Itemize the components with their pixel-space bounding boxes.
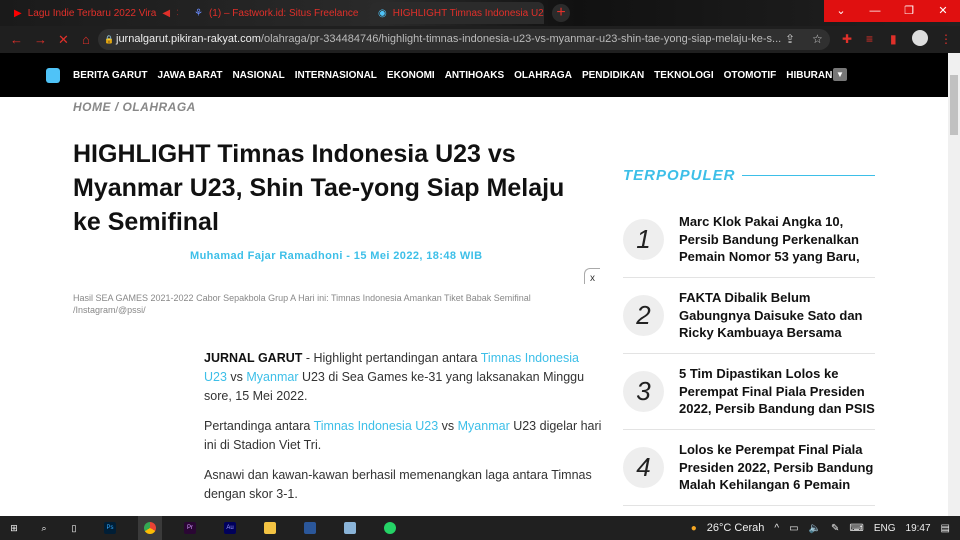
close-ad-button[interactable]: x: [584, 268, 600, 284]
menu-icon[interactable]: ⋮: [940, 32, 952, 46]
system-tray: ● 26°C Cerah ^ ▭ 🔈 ✎ ⌨ ENG 19:47 ▤: [691, 516, 950, 540]
rank-number: 3: [623, 371, 664, 412]
forward-icon[interactable]: →: [34, 32, 47, 47]
stop-icon[interactable]: ✕: [58, 32, 69, 48]
nav-ekonomi[interactable]: EKONOMI: [387, 70, 435, 81]
task-view-icon[interactable]: ▯: [62, 516, 86, 540]
share-icon[interactable]: ⇪: [785, 32, 795, 46]
paragraph: Asnawi dan kawan-kawan berhasil memenang…: [204, 468, 592, 501]
nav-nasional[interactable]: NASIONAL: [232, 70, 284, 81]
rank-number: 2: [623, 295, 664, 336]
taskbar-premiere[interactable]: Pr: [178, 516, 202, 540]
nav-jawa-barat[interactable]: JAWA BARAT: [157, 70, 222, 81]
scrollbar-thumb[interactable]: [950, 75, 958, 135]
nav-more-dropdown-icon[interactable]: ▼: [833, 68, 847, 81]
speaker-icon[interactable]: ◀: [162, 8, 170, 19]
site-icon: ◉: [378, 7, 387, 19]
star-icon[interactable]: ☆: [812, 32, 823, 46]
popular-title[interactable]: 5 Tim Dipastikan Lolos ke Perempat Final…: [679, 365, 875, 418]
article-title: HIGHLIGHT Timnas Indonesia U23 vs Myanma…: [73, 140, 565, 236]
rank-number: 1: [623, 219, 664, 260]
tab-strip: ▶Lagu Indie Terbaru 2022 Vira◀✕ ⚘(1) – F…: [0, 0, 960, 26]
lock-icon: 🔒: [104, 35, 114, 44]
clock[interactable]: 19:47: [906, 523, 931, 534]
minimize-button[interactable]: —: [858, 0, 892, 22]
avatar[interactable]: [912, 30, 928, 46]
sidepanel-icon[interactable]: ▮: [890, 32, 897, 46]
nav-teknologi[interactable]: TEKNOLOGI: [654, 70, 713, 81]
search-icon[interactable]: ⌕: [32, 516, 56, 540]
taskbar-audition[interactable]: Au: [218, 516, 242, 540]
keyboard-icon[interactable]: ⌨: [849, 523, 863, 534]
sidebar-heading: TERPOPULER: [623, 167, 736, 184]
article-body: JURNAL GARUT - Highlight pertandingan an…: [204, 349, 604, 515]
site-logo[interactable]: [46, 67, 60, 83]
network-icon[interactable]: ▭: [789, 523, 798, 534]
address-bar-row: ← → ✕ ⌂ 🔒 jurnalgarut.pikiran-rakyat.com/…: [0, 26, 960, 53]
language-indicator[interactable]: ENG: [874, 523, 896, 534]
taskbar-notes-icon[interactable]: [338, 516, 362, 540]
nav-internasional[interactable]: INTERNASIONAL: [295, 70, 377, 81]
media-icon[interactable]: ≡: [866, 32, 873, 46]
tab-highlight[interactable]: ◉HIGHLIGHT Timnas Indonesia U2✕: [370, 2, 544, 24]
site-nav: BERITA GARUT JAWA BARAT NASIONAL INTERNA…: [0, 53, 948, 97]
taskbar-chrome-icon[interactable]: [138, 516, 162, 540]
url-input[interactable]: 🔒 jurnalgarut.pikiran-rakyat.com/olahraga…: [98, 29, 830, 50]
nav-olahraga[interactable]: OLAHRAGA: [514, 70, 572, 81]
close-tab-icon[interactable]: ✕: [176, 8, 178, 19]
nav-berita-garut[interactable]: BERITA GARUT: [73, 70, 147, 81]
image-caption: Hasil SEA GAMES 2021-2022 Cabor Sepakbol…: [73, 293, 531, 315]
nav-otomotif[interactable]: OTOMOTIF: [724, 70, 777, 81]
windows-start-icon[interactable]: ⊞: [2, 516, 26, 540]
tab-fastwork[interactable]: ⚘(1) – Fastwork.id: Situs Freelance✕: [186, 2, 364, 24]
popular-title[interactable]: Lolos ke Perempat Final Piala Presiden 2…: [679, 441, 875, 494]
pen-icon[interactable]: ✎: [831, 523, 839, 534]
scrollbar[interactable]: [948, 53, 960, 516]
link-timnas[interactable]: Timnas Indonesia U23: [314, 419, 439, 433]
rank-number: 4: [623, 447, 664, 488]
nav-antihoaks[interactable]: ANTIHOAKS: [445, 70, 504, 81]
fastwork-icon: ⚘: [194, 7, 203, 19]
paragraph: Pertandinga antara Timnas Indonesia U23 …: [204, 419, 602, 452]
article-byline[interactable]: Muhamad Fajar Ramadhoni - 15 Mei 2022, 1…: [190, 250, 482, 262]
link-myanmar[interactable]: Myanmar: [458, 419, 510, 433]
close-window-button[interactable]: ✕: [926, 0, 960, 22]
popular-title[interactable]: Marc Klok Pakai Angka 10, Persib Bandung…: [679, 213, 875, 266]
popular-item[interactable]: 1 Marc Klok Pakai Angka 10, Persib Bandun…: [623, 202, 875, 278]
popular-title[interactable]: FAKTA Dibalik Belum Gabungnya Daisuke Sa…: [679, 289, 875, 342]
breadcrumb[interactable]: HOME / OLAHRAGA: [73, 100, 196, 114]
taskbar-whatsapp-icon[interactable]: [378, 516, 402, 540]
tab-youtube[interactable]: ▶Lagu Indie Terbaru 2022 Vira◀✕: [6, 2, 178, 24]
maximize-button[interactable]: ❐: [892, 0, 926, 22]
extensions-icon[interactable]: ✚: [842, 32, 852, 46]
new-tab-button[interactable]: +: [552, 4, 570, 22]
weather-icon[interactable]: ●: [691, 523, 697, 534]
taskbar-file-explorer-icon[interactable]: [258, 516, 282, 540]
tab-search-button[interactable]: ⌄: [824, 0, 858, 22]
nav-hiburan[interactable]: HIBURAN: [786, 70, 832, 81]
notification-icon[interactable]: ▤: [941, 523, 950, 534]
back-icon[interactable]: ←: [10, 32, 23, 47]
link-myanmar[interactable]: Myanmar: [246, 370, 298, 384]
chevron-up-icon[interactable]: ^: [774, 523, 779, 534]
youtube-icon: ▶: [14, 7, 22, 19]
paragraph: JURNAL GARUT - Highlight pertandingan an…: [204, 351, 585, 403]
home-icon[interactable]: ⌂: [82, 32, 90, 47]
weather-text[interactable]: 26°C Cerah: [707, 522, 765, 534]
taskbar-word-icon[interactable]: [298, 516, 322, 540]
taskbar-photoshop[interactable]: Ps: [98, 516, 122, 540]
popular-item[interactable]: 2 FAKTA Dibalik Belum Gabungnya Daisuke S…: [623, 278, 875, 354]
popular-item[interactable]: 4 Lolos ke Perempat Final Piala Presiden …: [623, 430, 875, 506]
volume-icon[interactable]: 🔈: [809, 523, 821, 534]
taskbar: ⊞ ⌕ ▯ Ps Pr Au ● 26°C Cerah ^ ▭ 🔈 ✎ ⌨ EN…: [0, 516, 960, 540]
nav-pendidikan[interactable]: PENDIDIKAN: [582, 70, 644, 81]
divider: [741, 175, 875, 176]
popular-sidebar: TERPOPULER 1 Marc Klok Pakai Angka 10, Pe…: [623, 167, 875, 506]
popular-item[interactable]: 3 5 Tim Dipastikan Lolos ke Perempat Fina…: [623, 354, 875, 430]
